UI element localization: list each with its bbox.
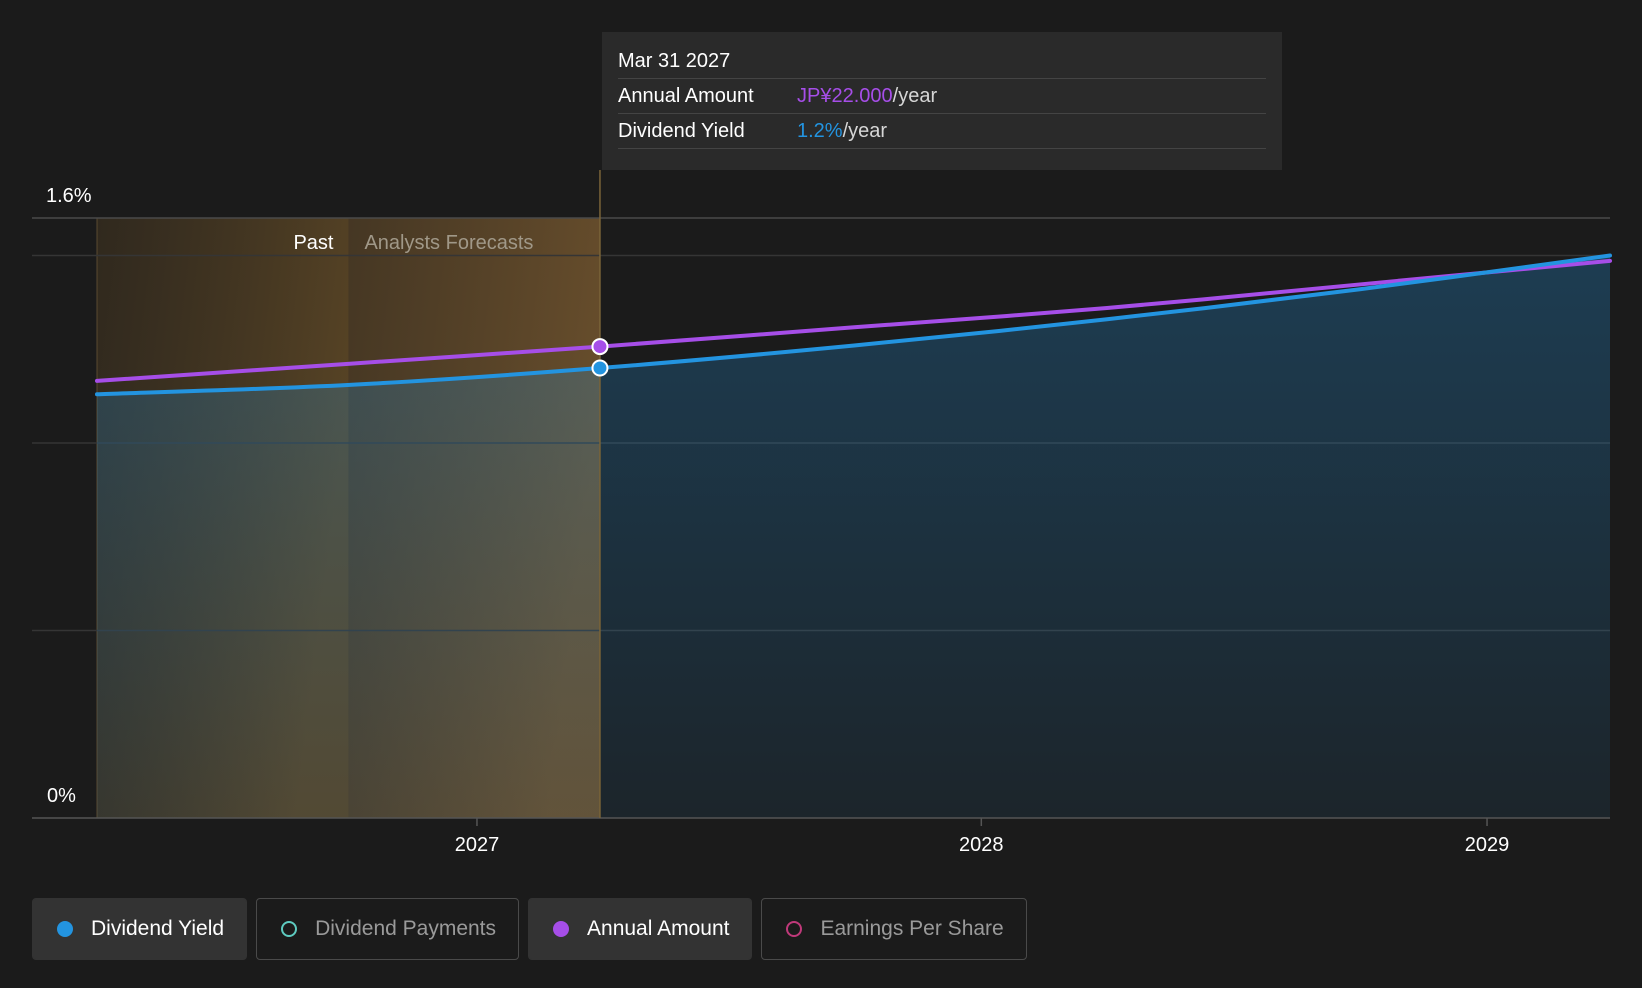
tooltip-label: Dividend Yield [618, 120, 745, 142]
tooltip-unit: /year [892, 85, 938, 107]
legend-item-dividend-yield[interactable]: Dividend Yield [32, 898, 248, 960]
legend-label: Earnings Per Share [820, 917, 1004, 940]
hollow-circle-icon [786, 921, 803, 937]
forecast-label: Analysts Forecasts [364, 232, 533, 254]
x-tick-label: 2027 [455, 834, 500, 856]
filled-circle-icon [553, 921, 570, 937]
tooltip-unit: /year [842, 120, 888, 142]
past-label: Past [293, 232, 333, 254]
chart-tooltip: Mar 31 2027 Annual Amount JP¥22.000 /yea… [602, 32, 1282, 170]
legend-label: Dividend Yield [91, 917, 225, 940]
tooltip-value: 1.2% [797, 120, 843, 142]
tooltip-label: Annual Amount [618, 85, 754, 107]
filled-circle-icon [57, 921, 73, 937]
y-tick-label: 0% [47, 785, 76, 807]
marker-dividend-yield [591, 359, 609, 377]
x-tick-label: 2028 [959, 834, 1004, 856]
chart-legend: Dividend Yield Dividend Payments Annual … [32, 898, 1027, 960]
tooltip-row-dividend-yield: Dividend Yield 1.2% /year [618, 114, 1266, 149]
legend-item-dividend-payments[interactable]: Dividend Payments [256, 898, 520, 960]
tooltip-value: JP¥22.000 [797, 85, 893, 107]
marker-annual-amount [591, 338, 609, 356]
legend-label: Annual Amount [587, 917, 730, 940]
y-tick-label: 1.6% [46, 185, 92, 207]
legend-item-annual-amount[interactable]: Annual Amount [528, 898, 753, 960]
hollow-circle-icon [281, 921, 298, 937]
tooltip-date: Mar 31 2027 [618, 46, 1266, 79]
tooltip-row-annual-amount: Annual Amount JP¥22.000 /year [618, 79, 1266, 114]
legend-item-earnings-per-share[interactable]: Earnings Per Share [761, 898, 1027, 960]
x-tick-label: 2029 [1465, 834, 1510, 856]
legend-label: Dividend Payments [315, 917, 497, 940]
